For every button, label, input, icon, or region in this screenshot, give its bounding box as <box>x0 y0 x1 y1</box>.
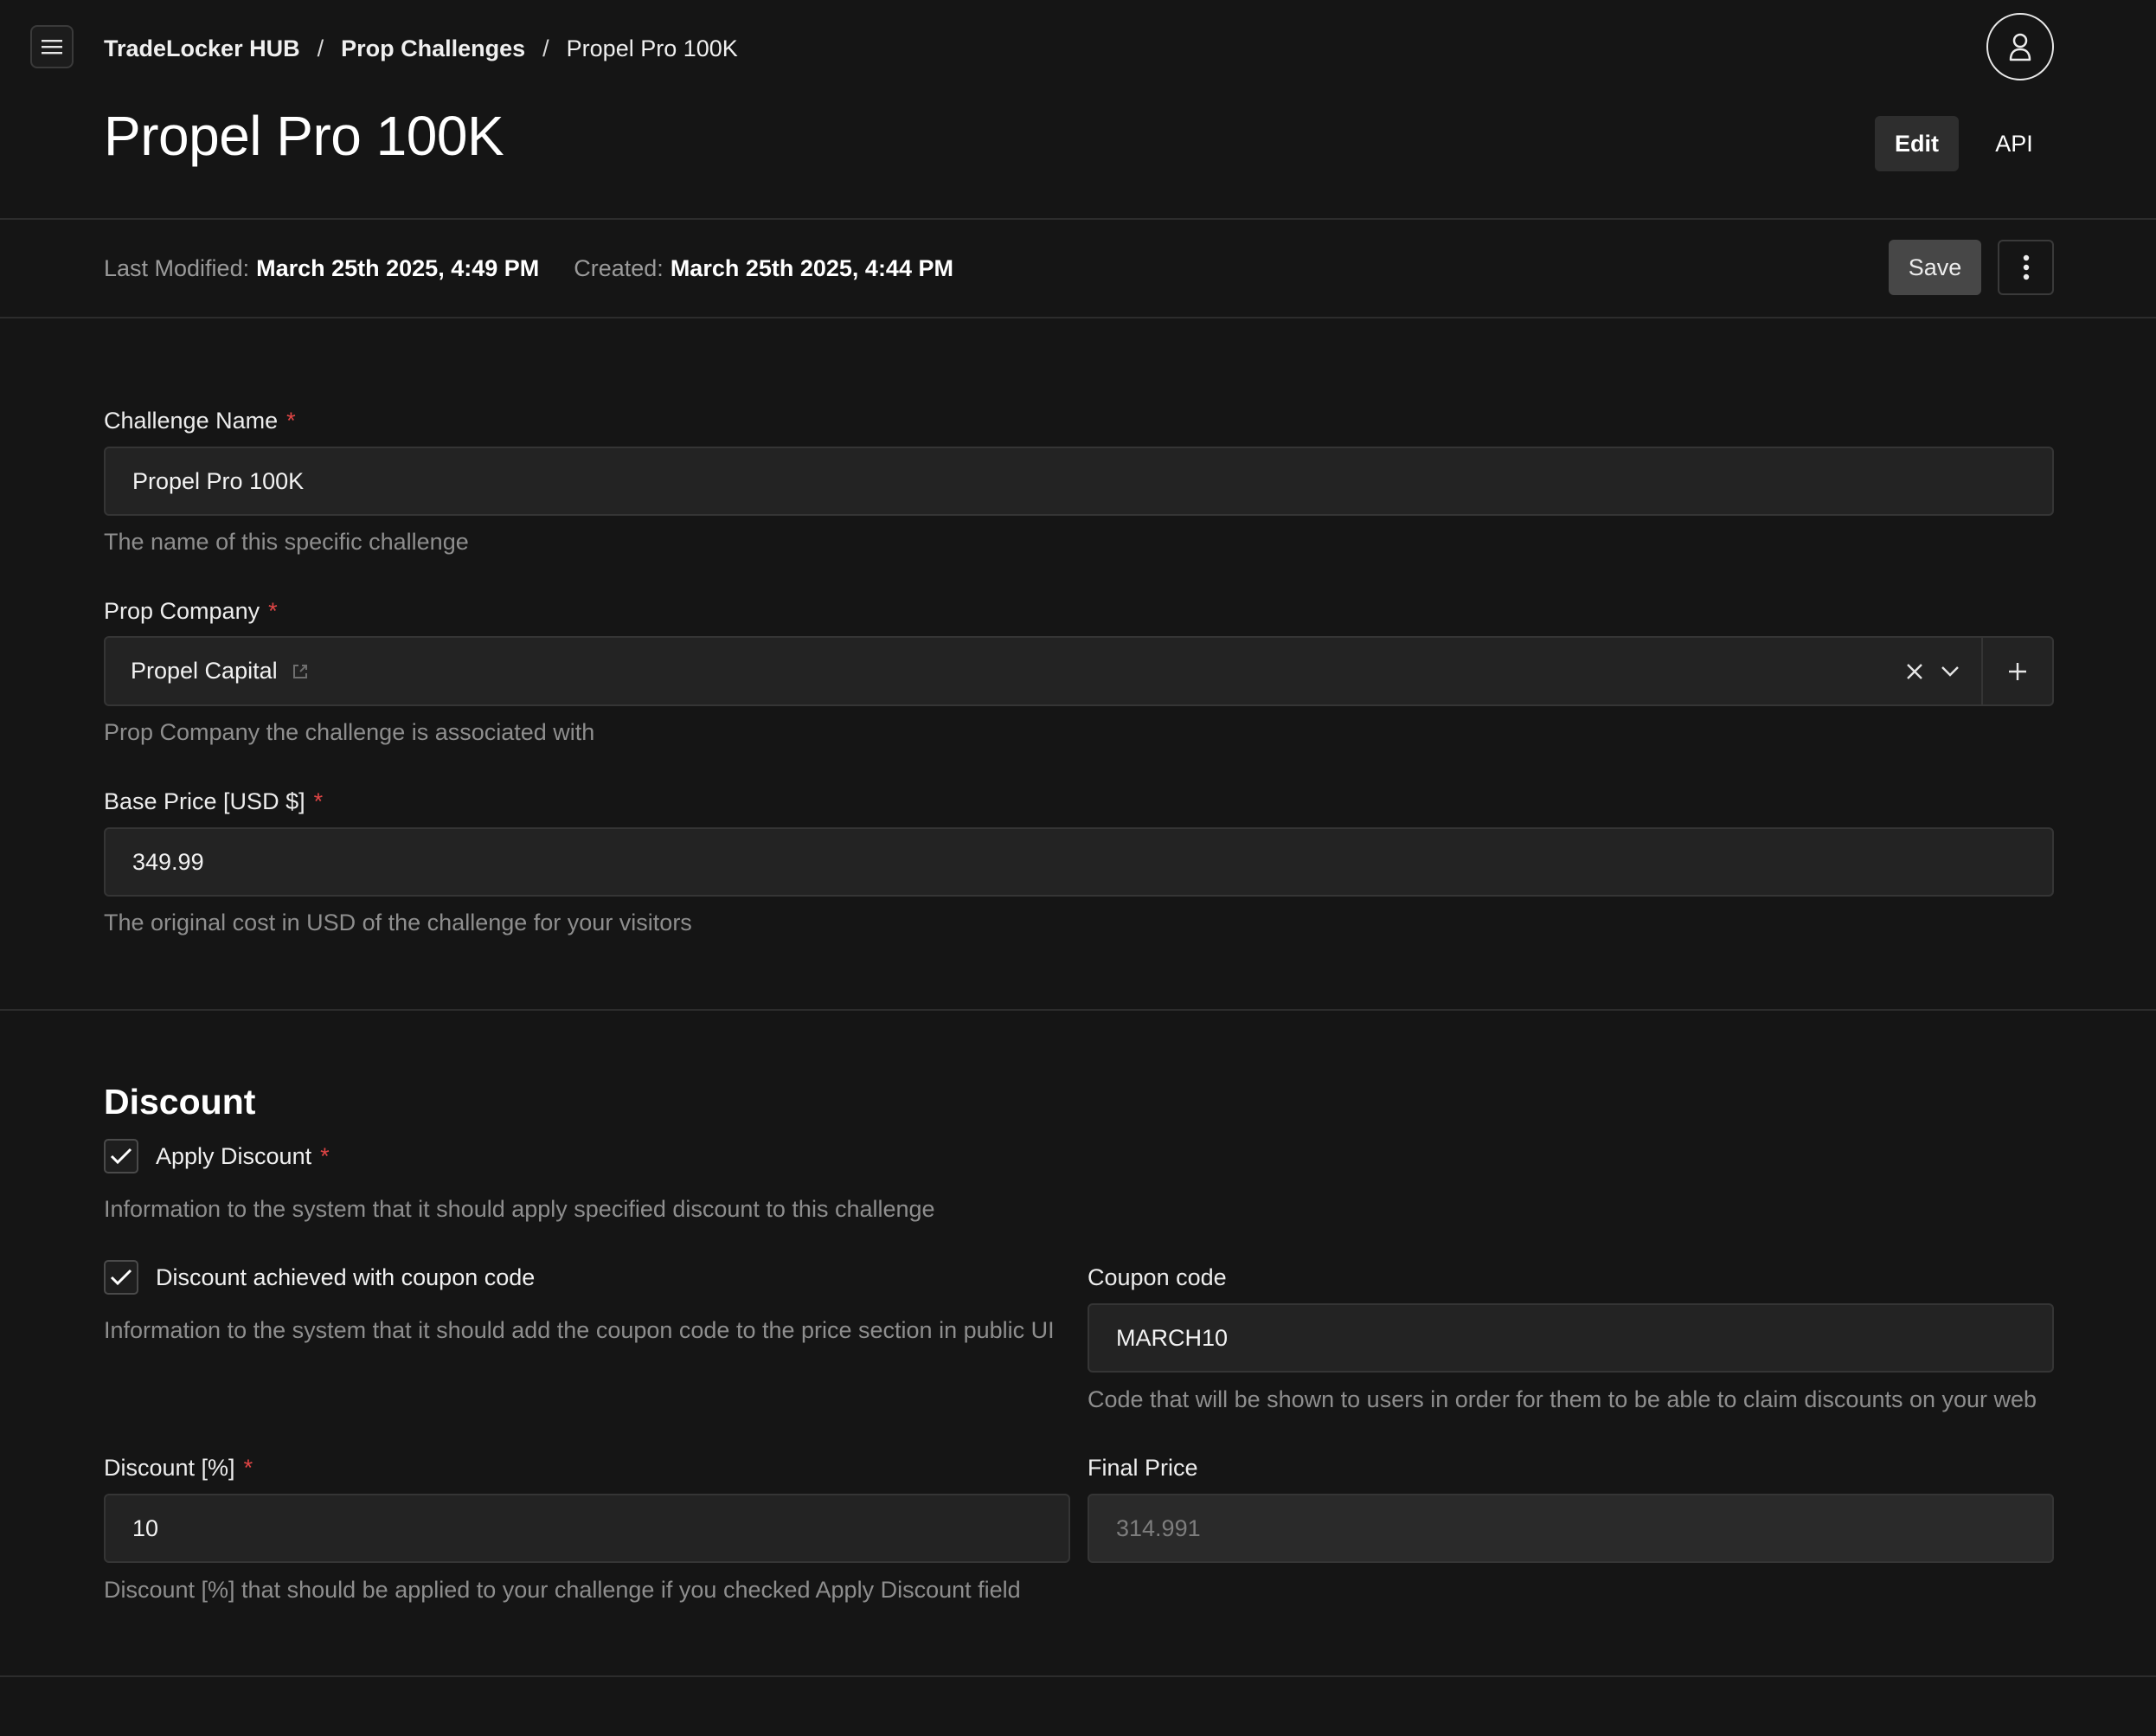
plus-icon <box>2009 662 2026 680</box>
breadcrumb-separator: / <box>317 35 324 61</box>
base-price-help: The original cost in USD of the challeng… <box>104 910 692 936</box>
final-price-input: 314.991 <box>1088 1494 2054 1563</box>
created-value: March 25th 2025, 4:44 PM <box>670 254 953 281</box>
last-modified-value: March 25th 2025, 4:49 PM <box>256 254 540 281</box>
required-marker: * <box>320 1142 330 1169</box>
coupon-code-input[interactable]: MARCH10 <box>1088 1303 2054 1373</box>
challenge-name-help: The name of this specific challenge <box>104 529 469 555</box>
vertical-dots-icon <box>2023 254 2029 280</box>
prop-company-help: Prop Company the challenge is associated… <box>104 719 595 745</box>
discount-percent-help: Discount [%] that should be applied to y… <box>104 1577 1021 1603</box>
challenge-name-input[interactable]: Propel Pro 100K <box>104 447 2054 516</box>
breadcrumb-separator: / <box>542 35 549 61</box>
apply-discount-checkbox[interactable] <box>104 1139 138 1173</box>
breadcrumb-current: Propel Pro 100K <box>566 35 738 61</box>
coupon-toggle-row: Discount achieved with coupon code <box>104 1260 535 1295</box>
coupon-toggle-checkbox[interactable] <box>104 1260 138 1295</box>
external-link-icon[interactable] <box>292 663 309 680</box>
divider <box>0 317 2156 318</box>
save-button[interactable]: Save <box>1889 240 1981 295</box>
divider <box>0 1009 2156 1011</box>
breadcrumb-parent[interactable]: Prop Challenges <box>341 35 525 62</box>
hamburger-icon <box>42 40 62 55</box>
add-prop-company-button[interactable] <box>1981 636 2054 706</box>
checkmark-icon <box>110 1148 132 1165</box>
discount-percent-input[interactable]: 10 <box>104 1494 1070 1563</box>
apply-discount-help: Information to the system that it should… <box>104 1196 935 1222</box>
prop-company-label: Prop Company * <box>104 598 278 625</box>
discount-section-title: Discount <box>104 1082 256 1122</box>
base-price-label: Base Price [USD $] * <box>104 788 323 815</box>
breadcrumb: TradeLocker HUB / Prop Challenges / Prop… <box>104 31 738 66</box>
metadata-row: Last Modified: March 25th 2025, 4:49 PM … <box>104 253 953 284</box>
coupon-toggle-label[interactable]: Discount achieved with coupon code <box>156 1264 535 1291</box>
close-icon[interactable] <box>1905 662 1924 681</box>
prop-company-select[interactable]: Propel Capital <box>104 636 1983 706</box>
api-tab[interactable]: API <box>1986 116 2042 171</box>
coupon-toggle-help: Information to the system that it should… <box>104 1317 1055 1343</box>
chevron-down-icon[interactable] <box>1940 665 1960 678</box>
divider <box>0 218 2156 220</box>
apply-discount-label[interactable]: Apply Discount <box>156 1143 311 1170</box>
prop-company-value: Propel Capital <box>131 658 278 684</box>
challenge-name-label-text: Challenge Name <box>104 408 279 434</box>
page-title: Propel Pro 100K <box>104 105 504 167</box>
prop-company-label-text: Prop Company <box>104 598 260 624</box>
required-marker: * <box>313 788 324 814</box>
required-marker: * <box>268 598 278 624</box>
final-price-label: Final Price <box>1088 1455 1198 1481</box>
discount-percent-label: Discount [%] * <box>104 1455 253 1482</box>
required-marker: * <box>243 1455 253 1481</box>
coupon-code-help: Code that will be shown to users in orde… <box>1088 1386 2037 1412</box>
more-options-button[interactable] <box>1998 240 2054 295</box>
edit-tab[interactable]: Edit <box>1875 116 1959 171</box>
menu-button[interactable] <box>30 25 74 68</box>
base-price-label-text: Base Price [USD $] <box>104 788 305 814</box>
base-price-input[interactable]: 349.99 <box>104 827 2054 897</box>
apply-discount-row: Apply Discount * <box>104 1139 330 1173</box>
discount-percent-label-text: Discount [%] <box>104 1455 235 1481</box>
breadcrumb-root[interactable]: TradeLocker HUB <box>104 35 300 62</box>
divider <box>0 1675 2156 1677</box>
last-modified-label: Last Modified: <box>104 254 250 281</box>
user-icon <box>2009 33 2031 61</box>
created-label: Created: <box>574 254 664 281</box>
checkmark-icon <box>110 1269 132 1286</box>
user-avatar-button[interactable] <box>1986 13 2054 80</box>
challenge-name-label: Challenge Name * <box>104 408 296 434</box>
required-marker: * <box>286 408 296 434</box>
coupon-code-label: Coupon code <box>1088 1264 1227 1290</box>
